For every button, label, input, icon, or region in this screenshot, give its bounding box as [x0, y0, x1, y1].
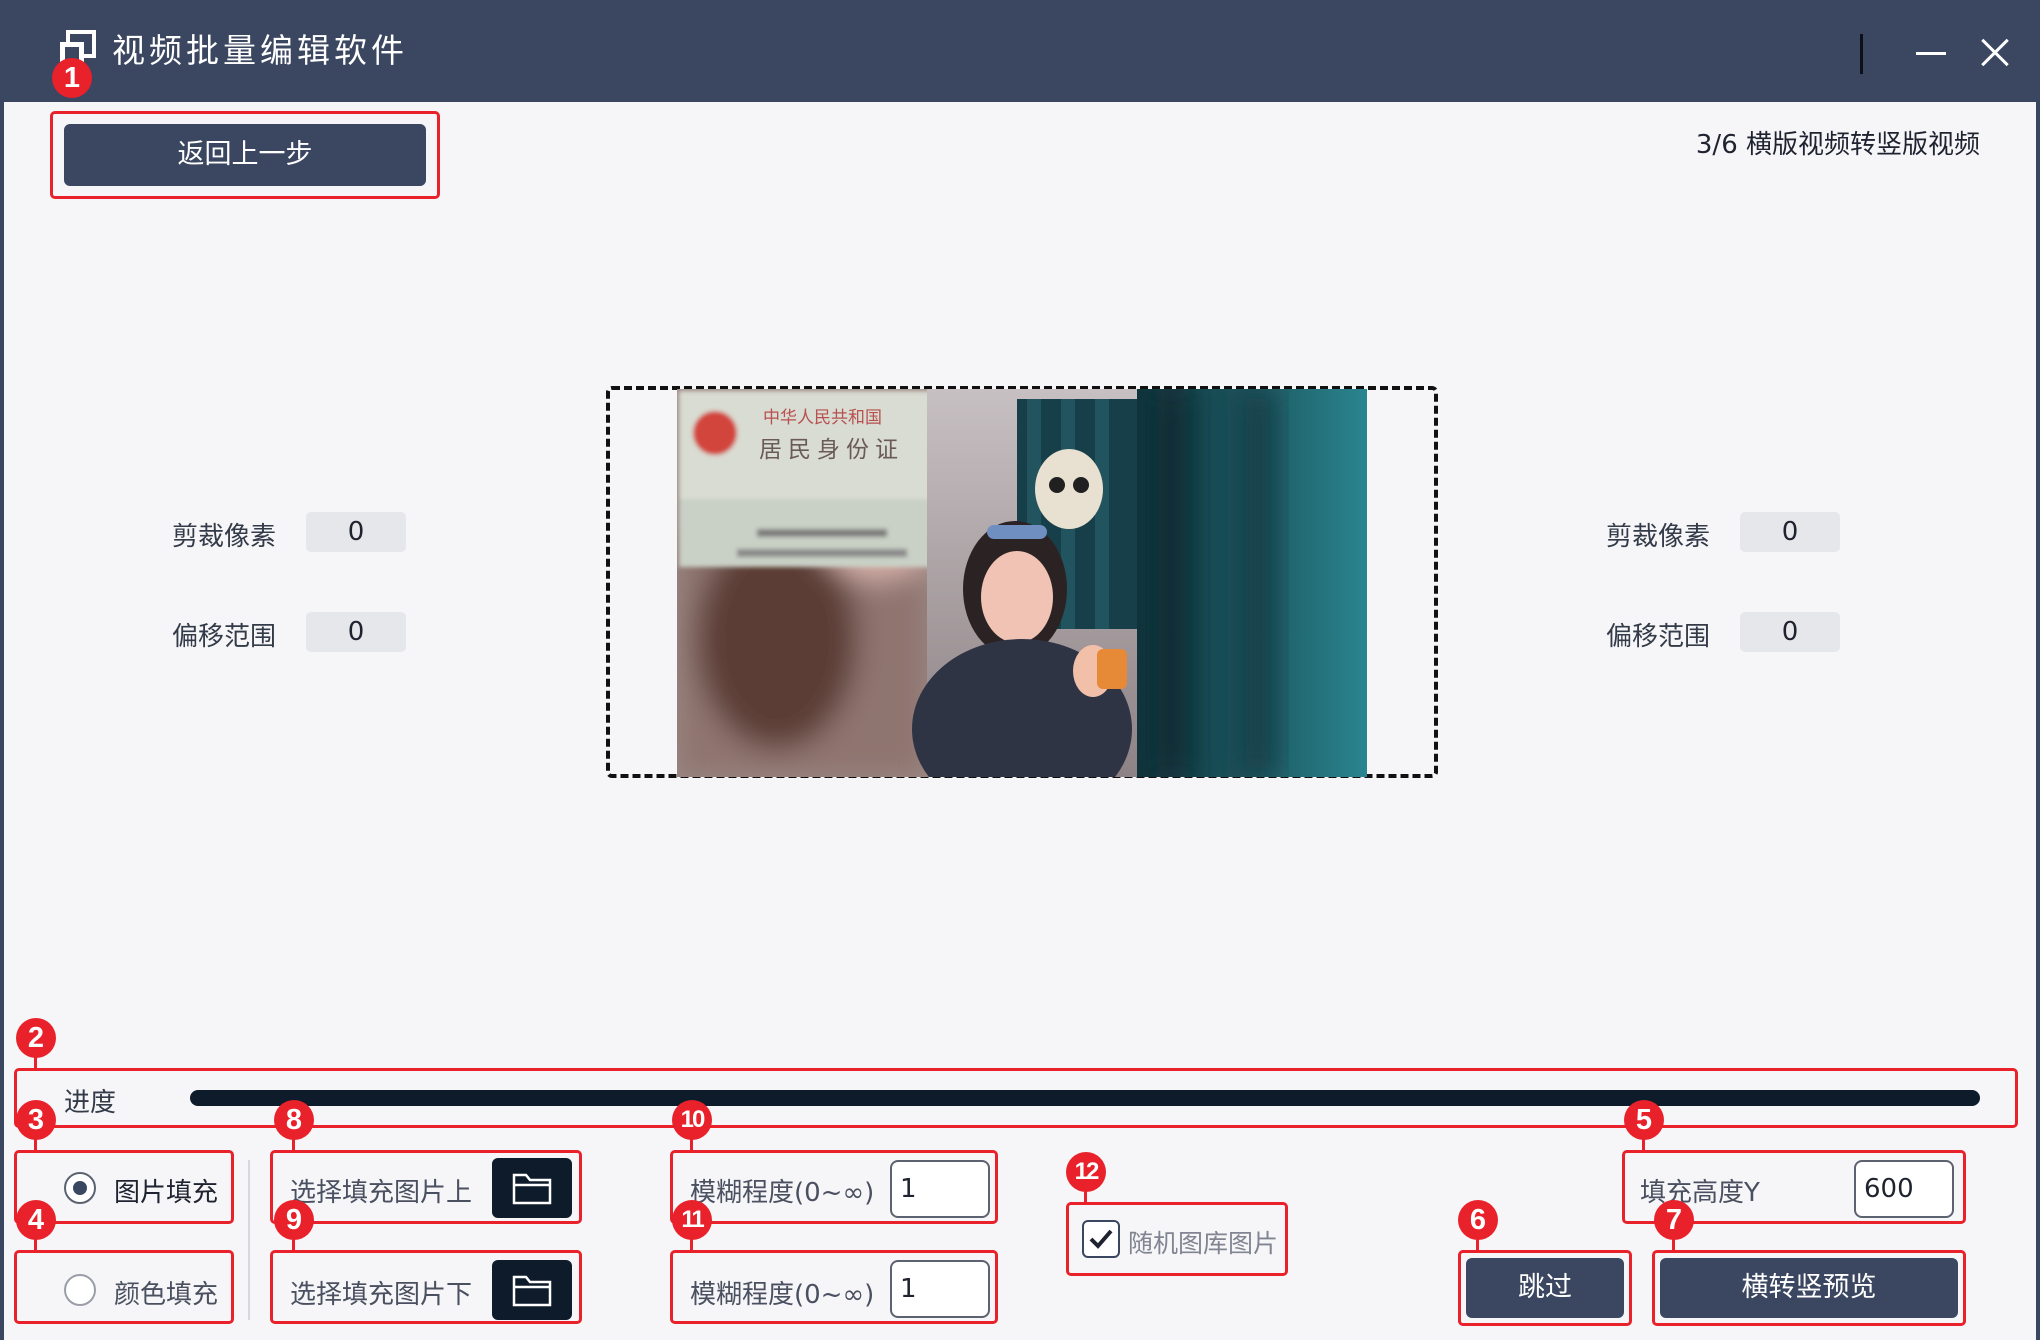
- annotation-stem-7: [1672, 1238, 1675, 1250]
- fill-height-label: 填充高度Y: [1640, 1178, 1760, 1208]
- annotation-marker-4: 4: [16, 1200, 56, 1240]
- annotation-marker-11: 11: [672, 1200, 712, 1240]
- title-bar: 视频批量编辑软件: [0, 0, 2040, 102]
- image-fill-radio[interactable]: [64, 1172, 96, 1204]
- annotation-stem-6: [1476, 1238, 1479, 1250]
- step-indicator: 3/6 横版视频转竖版视频: [1695, 130, 1980, 160]
- annotation-marker-7: 7: [1654, 1200, 1694, 1240]
- annotation-stem-5: [1642, 1138, 1645, 1150]
- annotation-marker-6: 6: [1458, 1200, 1498, 1240]
- annotation-marker-1: 1: [52, 58, 92, 98]
- annotation-stem-12: [1084, 1190, 1087, 1202]
- blur-top-label: 模糊程度(0~∞): [690, 1178, 875, 1208]
- progress-bar: [190, 1090, 1980, 1106]
- video-frame-image: 中华人民共和国 居民身份证: [677, 389, 1367, 777]
- annotation-marker-10: 10: [672, 1100, 712, 1140]
- left-crop-value[interactable]: 0: [306, 512, 406, 552]
- fill-image-bottom-label: 选择填充图片下: [290, 1280, 473, 1310]
- random-gallery-label[interactable]: 随机图库图片: [1128, 1224, 1278, 1260]
- annotation-stem-8: [292, 1138, 295, 1150]
- color-fill-label[interactable]: 颜色填充: [114, 1274, 218, 1311]
- left-offset-label: 偏移范围: [172, 622, 277, 652]
- annotation-stem-10: [690, 1138, 693, 1150]
- fill-image-top-label: 选择填充图片上: [290, 1178, 473, 1208]
- right-crop-value[interactable]: 0: [1740, 512, 1840, 552]
- folder-icon: [512, 1173, 552, 1205]
- blur-top-input[interactable]: 1: [890, 1160, 990, 1218]
- annotation-stem-4: [34, 1238, 37, 1250]
- progress-label: 进度: [64, 1088, 117, 1118]
- id-card-line2: 居民身份证: [759, 437, 904, 463]
- blur-bottom-input[interactable]: 1: [890, 1260, 990, 1318]
- window-border-left: [0, 102, 4, 1340]
- blur-bottom-label: 模糊程度(0~∞): [690, 1280, 875, 1310]
- annotation-marker-12: 12: [1066, 1152, 1106, 1192]
- annotation-marker-2: 2: [16, 1018, 56, 1058]
- left-offset-value[interactable]: 0: [306, 612, 406, 652]
- annotation-stem-3: [34, 1138, 37, 1150]
- controls-divider: [248, 1160, 250, 1320]
- id-card-line1: 中华人民共和国: [763, 408, 882, 428]
- window-border-right: [2036, 102, 2040, 1340]
- video-preview: 中华人民共和国 居民身份证: [677, 389, 1367, 777]
- right-crop-label: 剪裁像素: [1606, 522, 1711, 552]
- annotation-marker-3: 3: [16, 1100, 56, 1140]
- back-button[interactable]: 返回上一步: [64, 124, 426, 186]
- check-icon: [1089, 1229, 1113, 1249]
- app-title: 视频批量编辑软件: [112, 31, 408, 70]
- minimize-icon[interactable]: [1912, 30, 1950, 76]
- annotation-marker-9: 9: [274, 1200, 314, 1240]
- fill-image-bottom-browse-button[interactable]: [492, 1260, 572, 1320]
- annotation-marker-8: 8: [274, 1100, 314, 1140]
- color-fill-radio[interactable]: [64, 1274, 96, 1306]
- folder-icon: [512, 1275, 552, 1307]
- left-crop-label: 剪裁像素: [172, 522, 277, 552]
- skip-button[interactable]: 跳过: [1466, 1258, 1624, 1318]
- annotation-stem-11: [690, 1238, 693, 1250]
- right-offset-value[interactable]: 0: [1740, 612, 1840, 652]
- image-fill-label[interactable]: 图片填充: [114, 1172, 218, 1209]
- titlebar-divider: [1860, 34, 1863, 74]
- annotation-stem-2: [34, 1056, 37, 1068]
- horizontal-to-vertical-preview-button[interactable]: 横转竖预览: [1660, 1258, 1958, 1318]
- close-icon[interactable]: [1974, 30, 2016, 76]
- annotation-stem-9: [292, 1238, 295, 1250]
- fill-image-top-browse-button[interactable]: [492, 1158, 572, 1218]
- random-gallery-checkbox[interactable]: [1082, 1220, 1120, 1258]
- fill-height-input[interactable]: 600: [1854, 1160, 1954, 1218]
- annotation-marker-5: 5: [1624, 1100, 1664, 1140]
- right-offset-label: 偏移范围: [1606, 622, 1711, 652]
